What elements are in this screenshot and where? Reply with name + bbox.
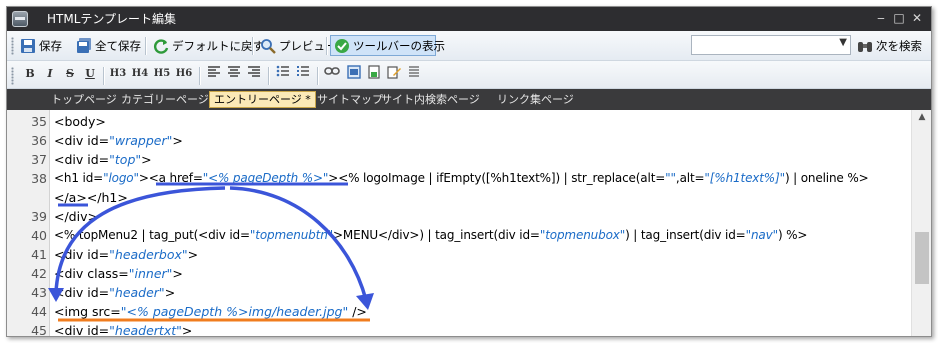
numbered-list-icon[interactable] [294, 65, 312, 83]
revert-default-label: デフォルトに戻す [172, 38, 264, 53]
align-left-icon[interactable] [205, 65, 223, 83]
app-icon [12, 11, 28, 27]
h5-button[interactable]: H5 [152, 65, 172, 83]
magnifier-icon [260, 38, 276, 54]
main-toolbar: 保存 全て保存 デフォルトに戻す プレビュー ツールバーの表示 ▼ 次を検索 [7, 31, 931, 61]
code-editor[interactable]: 35 <body> 36 <div id="wrapper"> 37 <div … [7, 110, 931, 336]
code-text: </a></h1> [54, 190, 128, 205]
align-right-icon[interactable] [245, 65, 263, 83]
h4-button[interactable]: H4 [130, 65, 150, 83]
bold-button[interactable]: B [21, 65, 39, 83]
line-number: 44 [31, 304, 47, 319]
template-editor-window: HTMLテンプレート編集 ‒ □ ✕ 保存 全て保存 デフォルトに戻す プレビュ… [6, 6, 932, 337]
edit-pencil-icon[interactable] [385, 65, 403, 83]
code-text: <% topMenu2 | tag_put(<div id="topmenubt… [54, 228, 808, 242]
close-button[interactable]: ✕ [909, 10, 925, 26]
underline-button[interactable]: U [81, 65, 99, 83]
tab-link-page[interactable]: リンク集ページ [493, 91, 578, 108]
code-text: <div id="headerbox"> [54, 247, 199, 262]
tab-top-page[interactable]: トップページ [47, 91, 121, 108]
line-number: 36 [31, 133, 47, 148]
save-label: 保存 [39, 38, 62, 53]
save-all-button[interactable]: 全て保存 [73, 35, 144, 56]
toolbar-grip[interactable] [11, 67, 14, 85]
scrollbar-thumb[interactable] [915, 232, 929, 284]
line-number: 35 [31, 114, 47, 129]
revert-default-button[interactable]: デフォルトに戻す [150, 35, 267, 56]
line-number: 39 [31, 209, 47, 224]
toolbar-separator [145, 37, 147, 55]
italic-button[interactable]: I [41, 65, 59, 83]
check-circle-icon [334, 38, 350, 54]
code-text: <h1 id="logo"><a href="<% pageDepth %>">… [54, 171, 869, 185]
h3-button[interactable]: H3 [108, 65, 128, 83]
save-all-icon [76, 37, 92, 54]
link-icon[interactable] [323, 65, 341, 83]
code-text: <div id="header"> [54, 285, 176, 300]
binoculars-icon [857, 38, 873, 54]
line-number: 41 [31, 247, 47, 262]
vertical-scrollbar[interactable]: ▲ [911, 110, 931, 336]
tab-site-search-page[interactable]: サイト内検索ページ [377, 91, 484, 108]
line-number: 37 [31, 152, 47, 167]
title-bar: HTMLテンプレート編集 ‒ □ ✕ [7, 7, 931, 31]
show-toolbar-toggle[interactable]: ツールバーの表示 [330, 35, 445, 56]
align-center-icon[interactable] [225, 65, 243, 83]
scroll-up-icon[interactable]: ▲ [912, 112, 931, 122]
save-button[interactable]: 保存 [17, 35, 65, 56]
page-tabs: トップページ カテゴリーページ エントリーページ * サイトマップ サイト内検索… [7, 89, 931, 110]
floppy-disk-icon [20, 38, 36, 54]
strikethrough-button[interactable]: S [61, 65, 79, 83]
table-icon[interactable] [405, 65, 423, 83]
image-icon[interactable] [345, 65, 363, 83]
toolbar-separator [268, 67, 270, 85]
code-text: <div id="wrapper"> [54, 133, 183, 148]
refresh-icon [153, 38, 169, 54]
tab-entry-page[interactable]: エントリーページ * [209, 91, 316, 108]
chevron-down-icon[interactable]: ▼ [839, 37, 847, 48]
tab-category-page[interactable]: カテゴリーページ [117, 91, 213, 108]
search-combo[interactable]: ▼ [691, 35, 851, 55]
code-text: <div class="inner"> [54, 266, 183, 281]
line-number: 43 [31, 285, 47, 300]
find-next-label: 次を検索 [876, 38, 922, 53]
window-title: HTMLテンプレート編集 [47, 12, 177, 26]
minimize-button[interactable]: ‒ [873, 10, 889, 26]
line-number: 42 [31, 266, 47, 281]
code-text: <body> [54, 114, 106, 129]
code-text: <div id="headertxt"> [54, 323, 193, 336]
line-number: 45 [31, 323, 47, 336]
maximize-button[interactable]: □ [891, 10, 907, 26]
tab-sitemap[interactable]: サイトマップ [313, 91, 387, 108]
toolbar-separator [317, 67, 319, 85]
toolbar-separator [103, 67, 105, 85]
save-all-label: 全て保存 [95, 38, 141, 53]
bullet-list-icon[interactable] [274, 65, 292, 83]
h6-button[interactable]: H6 [174, 65, 194, 83]
find-next-button[interactable]: 次を検索 [854, 35, 925, 56]
show-toolbar-label: ツールバーの表示 [353, 38, 445, 53]
code-text: <div id="top"> [54, 152, 152, 167]
toolbar-separator [252, 37, 254, 55]
insert-file-icon[interactable] [365, 65, 383, 83]
toolbar-grip[interactable] [11, 37, 14, 55]
code-text: </div> [54, 209, 98, 224]
format-toolbar: B I S U H3 H4 H5 H6 [7, 61, 931, 89]
line-number: 38 [31, 171, 47, 186]
code-text: <img src="<% pageDepth %>img/header.jpg"… [54, 304, 367, 319]
toolbar-separator [326, 37, 328, 55]
line-number: 40 [31, 228, 47, 243]
toolbar-separator [199, 67, 201, 85]
